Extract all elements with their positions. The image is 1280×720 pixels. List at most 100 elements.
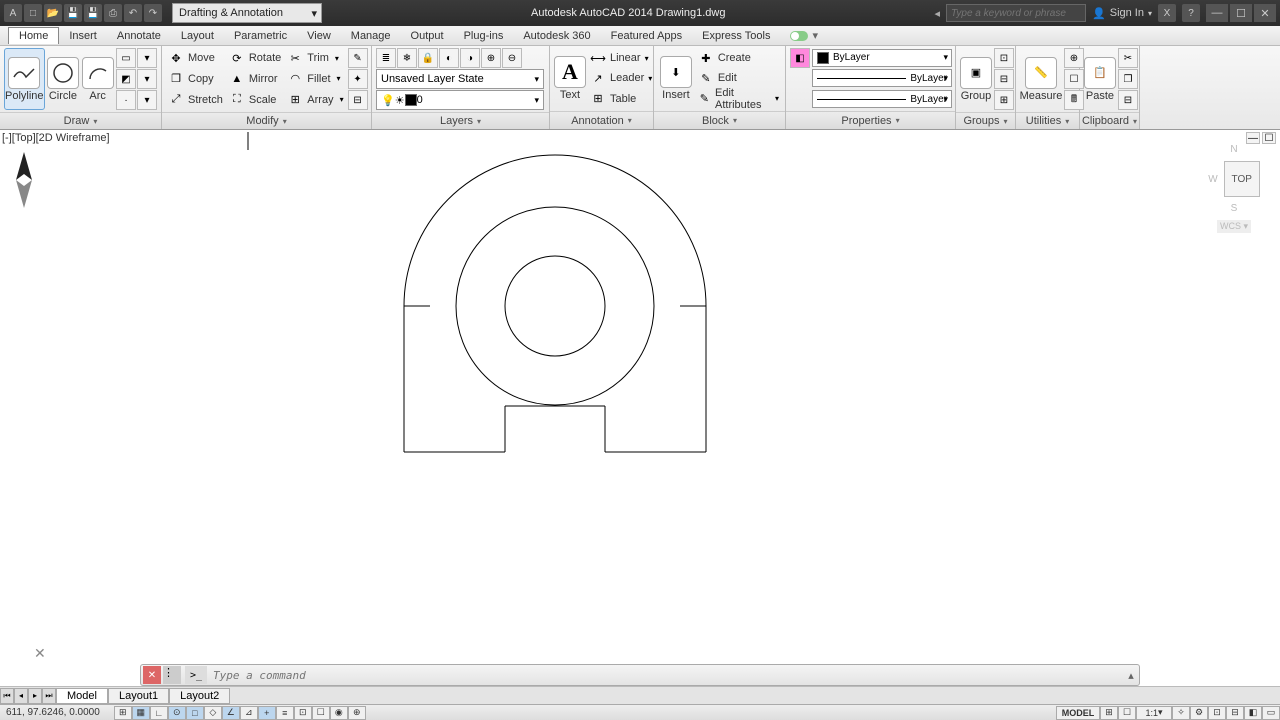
signin-button[interactable]: 👤Sign In▾	[1092, 7, 1152, 20]
tab-manage[interactable]: Manage	[341, 28, 401, 44]
panel-block[interactable]: Block	[654, 111, 785, 129]
lwt-toggle[interactable]: ≡	[276, 706, 294, 720]
tab-express[interactable]: Express Tools	[692, 28, 780, 44]
viewcube-wcs[interactable]: WCS ▾	[1217, 220, 1251, 233]
cmd-handle-icon[interactable]: ⋮	[163, 666, 181, 684]
tab-layout2[interactable]: Layout2	[169, 688, 230, 704]
dyn-toggle[interactable]: +	[258, 706, 276, 720]
mirror-button[interactable]: ▲Mirror	[227, 69, 283, 89]
polyline-button[interactable]: Polyline	[4, 48, 45, 110]
tab-view[interactable]: View	[297, 28, 341, 44]
measure-button[interactable]: 📏 Measure	[1020, 48, 1062, 110]
copy-clip-icon[interactable]: ❐	[1118, 69, 1138, 89]
paste-button[interactable]: 📋 Paste	[1084, 48, 1116, 110]
cmd-history-icon[interactable]: ▴	[1123, 669, 1139, 682]
layerprops-icon[interactable]: ≣	[376, 48, 396, 68]
help-search-input[interactable]	[946, 4, 1086, 22]
tpy-toggle[interactable]: ⊡	[294, 706, 312, 720]
create-button[interactable]: ✚Create	[696, 48, 781, 68]
stretch-button[interactable]: ⤢Stretch	[166, 90, 225, 110]
editattrs-button[interactable]: ✎Edit Attributes▾	[696, 89, 781, 109]
print-icon[interactable]: ⎙	[104, 4, 122, 22]
tab-plugins[interactable]: Plug-ins	[454, 28, 514, 44]
3dosnap-toggle[interactable]: ◇	[204, 706, 222, 720]
dd1[interactable]: ▾	[137, 48, 157, 68]
linear-button[interactable]: ⟷Linear▾	[588, 48, 654, 68]
tab-layout1[interactable]: Layout1	[108, 688, 169, 704]
palette-close-icon[interactable]: ✕	[34, 645, 46, 662]
drawing-viewport[interactable]: [-][Top][2D Wireframe] N W TOP S W	[0, 130, 1280, 668]
offset-icon[interactable]: ⊟	[348, 90, 368, 110]
new-icon[interactable]: □	[24, 4, 42, 22]
undo-icon[interactable]: ↶	[124, 4, 142, 22]
copy-button[interactable]: ❐Copy	[166, 69, 225, 89]
tab-output[interactable]: Output	[401, 28, 454, 44]
ducs-toggle[interactable]: ⊿	[240, 706, 258, 720]
vp-maximize-icon[interactable]: ☐	[1262, 132, 1276, 144]
grid-toggle[interactable]: ▦	[132, 706, 150, 720]
tab-parametric[interactable]: Parametric	[224, 28, 297, 44]
snap-toggle[interactable]: ⊞	[114, 706, 132, 720]
viewcube[interactable]: TOP	[1224, 161, 1260, 197]
panel-modify[interactable]: Modify	[162, 112, 371, 129]
model-pill[interactable]: MODEL	[1056, 706, 1100, 720]
command-input[interactable]	[207, 666, 1123, 684]
redo-icon[interactable]: ↷	[144, 4, 162, 22]
point-icon[interactable]: ·	[116, 90, 136, 110]
tab-model[interactable]: Model	[56, 688, 108, 704]
tab-prev-icon[interactable]: ◂	[14, 688, 28, 704]
save-icon[interactable]: 💾	[64, 4, 82, 22]
move-button[interactable]: ✥Move	[166, 48, 225, 68]
linetype-dropdown[interactable]: ByLayer	[812, 90, 952, 108]
command-line[interactable]: ✕ ⋮ >_ ▴	[140, 664, 1140, 686]
lineweight-dropdown[interactable]: ByLayer	[812, 69, 952, 87]
saveas-icon[interactable]: 💾	[84, 4, 102, 22]
panel-utilities[interactable]: Utilities	[1016, 112, 1079, 129]
group-button[interactable]: ▣ Group	[960, 48, 992, 110]
open-icon[interactable]: 📂	[44, 4, 62, 22]
tab-layout[interactable]: Layout	[171, 28, 224, 44]
rect-icon[interactable]: ▭	[116, 48, 136, 68]
dd3[interactable]: ▾	[137, 90, 157, 110]
trim-button[interactable]: ✂Trim▾	[285, 48, 345, 68]
arc-button[interactable]: Arc	[81, 48, 114, 110]
insertblock-button[interactable]: ⬇ Insert	[658, 48, 694, 109]
maximize-button[interactable]: ☐	[1230, 4, 1252, 22]
vp-minimize-icon[interactable]: —	[1246, 132, 1260, 144]
rotate-button[interactable]: ⟳Rotate	[227, 48, 283, 68]
panel-clipboard[interactable]: Clipboard	[1080, 112, 1139, 129]
minimize-button[interactable]: —	[1206, 4, 1228, 22]
polar-toggle[interactable]: ⊙	[168, 706, 186, 720]
text-button[interactable]: A Text	[554, 48, 586, 109]
panel-draw[interactable]: Draw	[0, 112, 161, 129]
otrack-toggle[interactable]: ∠	[222, 706, 240, 720]
sc-toggle[interactable]: ◉	[330, 706, 348, 720]
matchprops-icon[interactable]: ◧	[790, 48, 810, 68]
osnap-toggle[interactable]: □	[186, 706, 204, 720]
close-button[interactable]: ✕	[1254, 4, 1276, 22]
dd2[interactable]: ▾	[137, 69, 157, 89]
fillet-button[interactable]: ◠Fillet▾	[285, 69, 345, 89]
qp-toggle[interactable]: ☐	[312, 706, 330, 720]
tab-next-icon[interactable]: ▸	[28, 688, 42, 704]
tab-last-icon[interactable]: ⏭	[42, 688, 56, 704]
layerstate-dropdown[interactable]: Unsaved Layer State	[376, 69, 544, 89]
editblock-button[interactable]: ✎Edit	[696, 68, 781, 88]
tab-home[interactable]: Home	[8, 27, 59, 44]
panel-properties[interactable]: Properties	[786, 111, 955, 129]
app-menu-icon[interactable]: A	[4, 4, 22, 22]
erase-icon[interactable]: ✎	[348, 48, 368, 68]
panel-annotation[interactable]: Annotation	[550, 111, 653, 129]
explode-icon[interactable]: ✦	[348, 69, 368, 89]
hatch-icon[interactable]: ◩	[116, 69, 136, 89]
color-dropdown[interactable]: ByLayer	[812, 49, 952, 67]
exchange-icon[interactable]: X	[1158, 4, 1176, 22]
panel-layers[interactable]: Layers	[372, 112, 549, 129]
clean-toggle[interactable]: ▭	[1262, 706, 1280, 720]
tab-featured[interactable]: Featured Apps	[601, 28, 693, 44]
scale-dd[interactable]: 1:1▾	[1136, 706, 1172, 720]
am-toggle[interactable]: ⊕	[348, 706, 366, 720]
cmd-close-icon[interactable]: ✕	[143, 666, 161, 684]
circle-button[interactable]: Circle	[47, 48, 80, 110]
workspace-dropdown[interactable]: Drafting & Annotation	[172, 3, 322, 23]
